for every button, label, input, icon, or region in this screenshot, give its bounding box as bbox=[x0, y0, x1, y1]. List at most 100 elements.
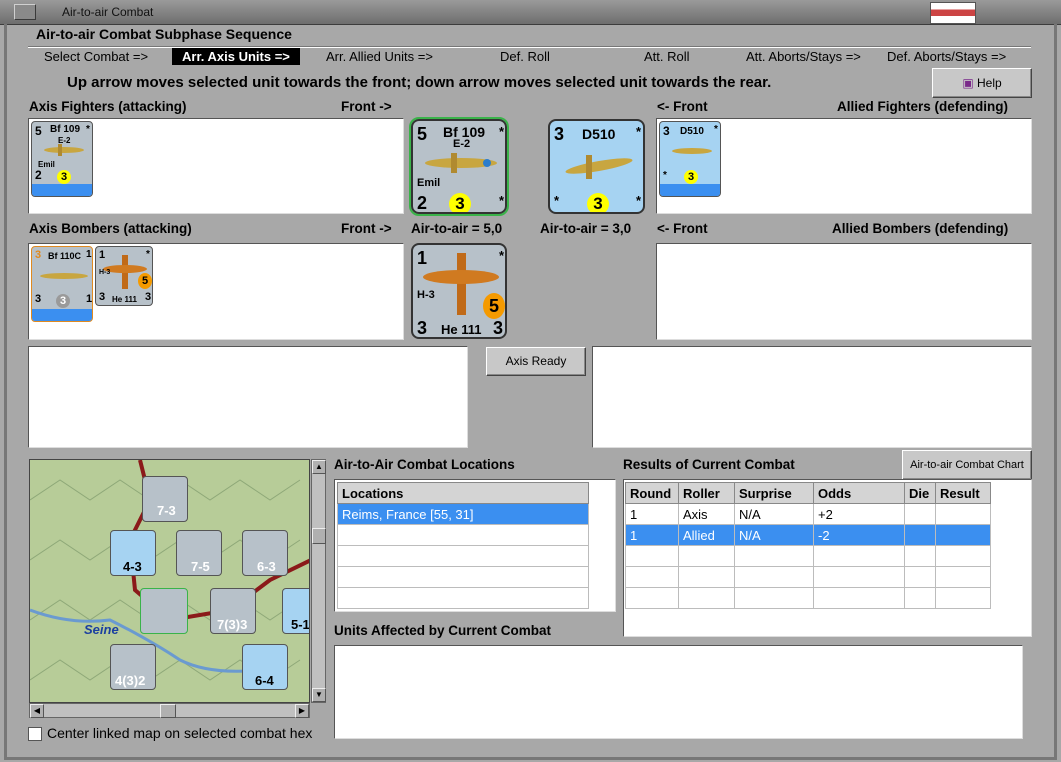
map-unit-counter[interactable]: 6-3 bbox=[242, 530, 288, 576]
system-menu-button[interactable] bbox=[14, 4, 36, 20]
scroll-thumb-horizontal[interactable] bbox=[160, 704, 176, 718]
help-button[interactable]: ▣ Help bbox=[932, 68, 1032, 98]
scroll-left-icon[interactable]: ◀ bbox=[30, 704, 44, 718]
counter-bottom-left: 3 bbox=[417, 318, 428, 338]
counter-bottom-right: 3 bbox=[145, 291, 152, 303]
col-round[interactable]: Round bbox=[625, 482, 679, 504]
selection-bar bbox=[32, 184, 92, 196]
results-row-empty bbox=[625, 545, 991, 567]
counter-type-name: Bf 110C bbox=[48, 251, 82, 261]
counter-star-bottom: * bbox=[636, 193, 642, 208]
map-unit-counter[interactable]: 7-3 bbox=[142, 476, 188, 522]
counter-star: * bbox=[86, 124, 90, 135]
axis-ready-button[interactable]: Axis Ready bbox=[486, 347, 586, 376]
step-arr-axis-units: Arr. Axis Units => bbox=[172, 48, 300, 65]
col-result[interactable]: Result bbox=[935, 482, 991, 504]
col-surprise[interactable]: Surprise bbox=[734, 482, 814, 504]
linked-map[interactable]: Seine 7-3 4-3 7-5 6-3 7(3)3 4(3)2 6-4 5-… bbox=[29, 459, 310, 703]
counter-pilot: Emil bbox=[417, 177, 441, 189]
unit-counter-he111-small[interactable]: 1 * H-3 5 3 He 111 3 bbox=[95, 246, 153, 306]
location-row-empty bbox=[337, 587, 589, 609]
map-horizontal-scrollbar[interactable]: ◀ ▶ bbox=[29, 703, 310, 718]
cell-die bbox=[904, 524, 936, 546]
unit-counter-d510-large[interactable]: 3 D510 * * 3 * bbox=[548, 119, 645, 214]
axis-fighters-list[interactable]: 5 Bf 109 * E-2 Emil 2 3 bbox=[28, 118, 404, 214]
axis-bombers-front-label: Front -> bbox=[341, 221, 392, 236]
map-unit-counter[interactable]: 7-5 bbox=[176, 530, 222, 576]
col-roller[interactable]: Roller bbox=[678, 482, 735, 504]
sequence-header: Air-to-air Combat Subphase Sequence bbox=[36, 26, 292, 42]
units-affected-box bbox=[334, 645, 1023, 739]
center-map-checkbox-label: Center linked map on selected combat hex bbox=[47, 725, 313, 741]
counter-type-name: D510 bbox=[582, 126, 616, 142]
counter-type-name: He 111 bbox=[112, 295, 137, 304]
counter-type-name: Bf 109 bbox=[50, 124, 81, 135]
allied-front-label: <- Front bbox=[657, 99, 708, 114]
help-book-icon: ▣ bbox=[962, 76, 974, 90]
cell-odds: +2 bbox=[813, 503, 905, 525]
map-vertical-scrollbar[interactable]: ▲ ▼ bbox=[311, 459, 326, 703]
axis-bombers-list[interactable]: 3 Bf 110C 1 3 3 1 1 * H-3 5 3 He 111 3 bbox=[28, 243, 404, 340]
units-affected-title: Units Affected by Current Combat bbox=[334, 623, 552, 638]
locations-table: Locations Reims, France [55, 31] bbox=[337, 482, 589, 609]
axis-front-label: Front -> bbox=[341, 99, 392, 114]
step-def-roll: Def. Roll bbox=[500, 49, 550, 64]
unit-counter-he111-large[interactable]: 1 * H-3 5 3 He 111 3 bbox=[411, 243, 507, 339]
map-unit-counter-selected[interactable] bbox=[140, 588, 188, 634]
allied-bombers-list[interactable] bbox=[656, 243, 1032, 340]
map-unit-counter[interactable]: 6-4 bbox=[242, 644, 288, 690]
unit-counter-bf110c-small[interactable]: 3 Bf 110C 1 3 3 1 bbox=[31, 246, 93, 322]
location-row-empty bbox=[337, 545, 589, 567]
counter-type-name: D510 bbox=[680, 126, 704, 137]
location-row[interactable]: Reims, France [55, 31] bbox=[337, 503, 589, 525]
map-unit-strength: 7-5 bbox=[191, 559, 210, 574]
scroll-down-icon[interactable]: ▼ bbox=[312, 688, 326, 702]
scroll-up-icon[interactable]: ▲ bbox=[312, 460, 326, 474]
window-title: Air-to-air Combat bbox=[62, 5, 154, 19]
map-unit-counter[interactable]: 5-1 bbox=[282, 588, 309, 634]
unit-counter-bf109-small[interactable]: 5 Bf 109 * E-2 Emil 2 3 bbox=[31, 121, 93, 197]
results-title: Results of Current Combat bbox=[623, 457, 795, 472]
river-label: Seine bbox=[84, 622, 119, 637]
map-unit-strength: 6-3 bbox=[257, 559, 276, 574]
counter-star-bottom-left: * bbox=[554, 193, 560, 208]
unit-counter-bf109-large[interactable]: 5 Bf 109 * E-2 Emil 2 3 * bbox=[409, 117, 509, 216]
scroll-thumb-vertical[interactable] bbox=[312, 528, 326, 544]
cell-round: 1 bbox=[625, 503, 679, 525]
counter-bottom-right: 3 bbox=[493, 318, 504, 338]
counter-subtype: H-3 bbox=[99, 269, 111, 276]
col-odds[interactable]: Odds bbox=[813, 482, 905, 504]
subphase-sequence: Air-to-air Combat Subphase Sequence Sele… bbox=[28, 26, 1031, 68]
location-row-empty bbox=[337, 524, 589, 546]
counter-top-right: 1 bbox=[86, 249, 92, 260]
col-die[interactable]: Die bbox=[904, 482, 936, 504]
map-unit-strength: 6-4 bbox=[255, 673, 274, 688]
fighter-plane-icon bbox=[565, 155, 633, 179]
locations-list[interactable]: Locations Reims, France [55, 31] bbox=[334, 479, 616, 612]
results-row-selected[interactable]: 1 Allied N/A -2 bbox=[625, 524, 991, 546]
axis-fighters-label: Axis Fighters (attacking) bbox=[29, 99, 187, 114]
fighter-plane-icon bbox=[425, 153, 497, 173]
counter-bottom-right: 1 bbox=[86, 293, 93, 305]
locations-column-header[interactable]: Locations bbox=[337, 482, 589, 504]
cell-result bbox=[935, 524, 991, 546]
map-unit-strength: 7(3)3 bbox=[217, 617, 248, 632]
heavy-fighter-plane-icon bbox=[40, 273, 88, 279]
cell-roller: Allied bbox=[678, 524, 735, 546]
map-unit-counter[interactable]: 4(3)2 bbox=[110, 644, 156, 690]
map-unit-counter[interactable]: 4-3 bbox=[110, 530, 156, 576]
help-label: Help bbox=[977, 76, 1002, 90]
air-to-air-combat-chart-button[interactable]: Air-to-air Combat Chart bbox=[902, 450, 1032, 480]
allied-fighters-list[interactable]: 3 D510 * * 3 bbox=[656, 118, 1032, 214]
counter-range-circle: 3 bbox=[449, 193, 471, 212]
counter-star: * bbox=[714, 124, 718, 135]
location-cell[interactable]: Reims, France [55, 31] bbox=[337, 503, 589, 525]
map-unit-strength: 4(3)2 bbox=[115, 673, 146, 688]
step-def-aborts-stays: Def. Aborts/Stays => bbox=[887, 49, 1007, 64]
results-row[interactable]: 1 Axis N/A +2 bbox=[625, 503, 991, 525]
instruction-text: Up arrow moves selected unit towards the… bbox=[67, 74, 772, 91]
center-map-checkbox[interactable] bbox=[28, 727, 42, 741]
unit-counter-d510-small[interactable]: 3 D510 * * 3 bbox=[659, 121, 721, 197]
map-unit-counter[interactable]: 7(3)3 bbox=[210, 588, 256, 634]
scroll-right-icon[interactable]: ▶ bbox=[295, 704, 309, 718]
